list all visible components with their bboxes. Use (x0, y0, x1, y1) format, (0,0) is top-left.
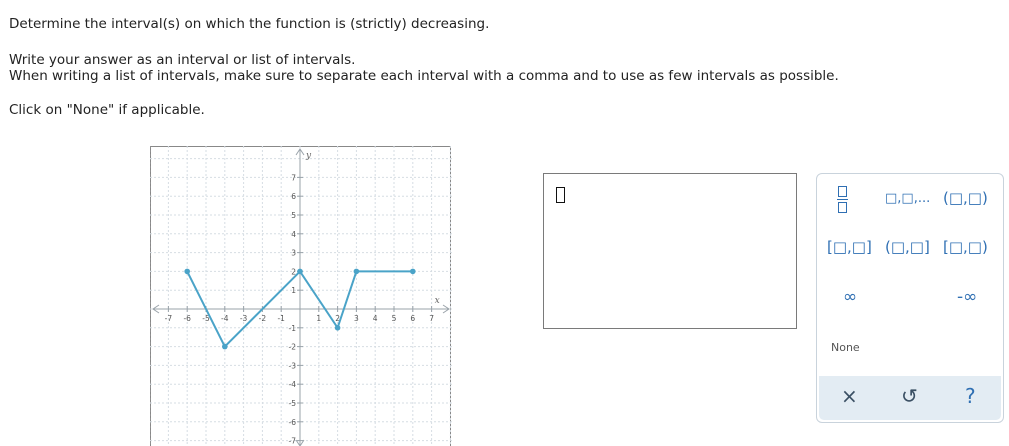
x-tick-label: 5 (392, 314, 397, 323)
function-point (410, 268, 416, 275)
x-tick-label: -6 (183, 314, 191, 323)
list-button[interactable]: □,□,... (885, 191, 930, 206)
open-open-interval-button[interactable]: (□,□) (943, 189, 988, 207)
y-tick-label: -4 (289, 380, 297, 389)
closed-open-interval-button[interactable]: [□,□) (943, 238, 988, 256)
x-tick-label: 4 (373, 314, 378, 323)
x-axis-label: x (435, 296, 440, 306)
none-instruction: Click on "None" if applicable. (9, 102, 205, 118)
x-tick-label: -3 (240, 314, 248, 323)
x-tick-label: 1 (316, 314, 321, 323)
y-tick-label: 1 (291, 286, 296, 295)
x-tick-label: 3 (354, 314, 359, 323)
x-tick-label: -7 (165, 314, 173, 323)
y-tick-label: 6 (291, 192, 296, 201)
y-tick-label: -6 (289, 418, 297, 427)
help-icon[interactable]: ? (965, 384, 976, 408)
x-tick-label: -2 (259, 314, 267, 323)
instruction-line: When writing a list of intervals, make s… (9, 68, 839, 84)
open-closed-interval-button[interactable]: (□,□] (885, 238, 930, 256)
function-point (353, 268, 360, 275)
y-tick-label: 5 (291, 211, 296, 220)
x-tick-label: 7 (429, 314, 434, 323)
function-point (184, 268, 190, 275)
function-graph: -7 -6 -5 -4 -3 -2 -1 1 2 3 4 5 6 77654321-1-2-3-4-5-6… (150, 146, 452, 446)
y-tick-label: 4 (291, 230, 296, 239)
y-tick-label: -1 (289, 324, 297, 333)
negative-infinity-button[interactable]: -∞ (957, 287, 977, 307)
none-button[interactable]: None (831, 341, 860, 354)
fraction-button[interactable] (837, 186, 848, 213)
infinity-button[interactable]: ∞ (843, 287, 857, 307)
function-point (334, 325, 341, 331)
x-tick-label: -1 (277, 314, 285, 323)
instruction-line: Write your answer as an interval or list… (9, 52, 356, 68)
y-tick-label: 3 (291, 249, 296, 258)
function-point (297, 268, 303, 275)
palette-footer: × ↺ ? (819, 376, 1001, 420)
y-tick-label: -5 (289, 399, 297, 408)
y-tick-label: -7 (289, 437, 297, 446)
closed-closed-interval-button[interactable]: [□,□] (827, 238, 872, 256)
answer-cursor (556, 187, 565, 203)
y-tick-label: 7 (291, 173, 296, 182)
y-axis-label: y (305, 151, 312, 161)
question-prompt: Determine the interval(s) on which the f… (9, 16, 490, 32)
answer-input[interactable] (543, 173, 797, 329)
clear-icon[interactable]: × (841, 384, 858, 408)
y-tick-label: -2 (289, 343, 297, 352)
undo-icon[interactable]: ↺ (901, 384, 918, 408)
x-tick-label: -4 (221, 314, 229, 323)
x-tick-label: 6 (410, 314, 415, 323)
math-palette: □,□,... (□,□) [□,□] (□,□] [□,□) ∞ -∞ Non… (816, 173, 1004, 423)
y-tick-label: -3 (289, 361, 297, 370)
function-point (222, 343, 228, 350)
